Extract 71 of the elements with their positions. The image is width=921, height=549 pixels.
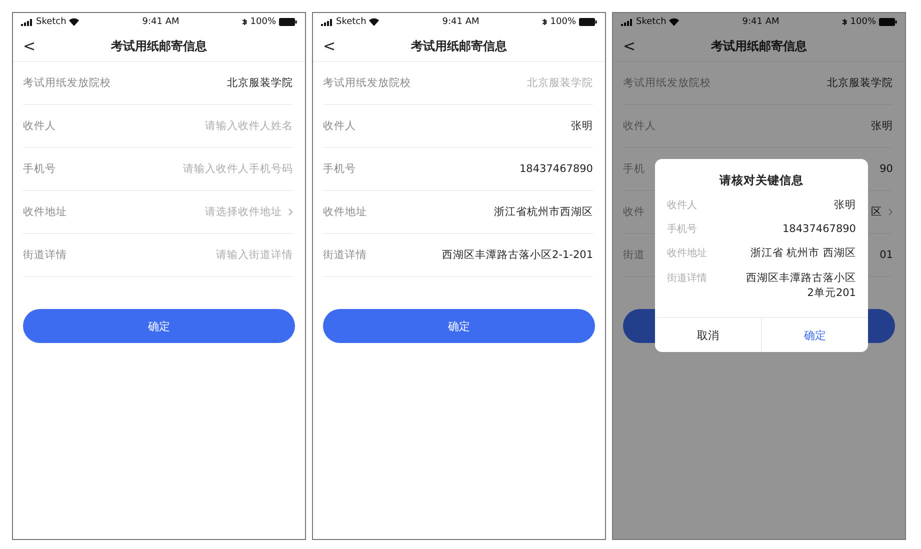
confirm-button[interactable]: 确定 bbox=[23, 309, 295, 343]
signal-icon bbox=[321, 18, 333, 26]
status-time: 9:41 AM bbox=[442, 17, 480, 27]
field-label: 收件 bbox=[623, 205, 645, 219]
battery-icon bbox=[279, 18, 297, 26]
dialog-value: 18437467890 bbox=[782, 222, 856, 238]
dialog-label: 手机号 bbox=[667, 222, 697, 236]
bluetooth-icon bbox=[542, 18, 548, 26]
input-field[interactable]: 请输入收件人姓名 bbox=[123, 120, 293, 132]
chevron-icon bbox=[288, 208, 293, 216]
signal-icon bbox=[621, 18, 633, 26]
field-label: 收件人 bbox=[323, 119, 356, 133]
dialog-value: 西湖区丰潭路古落小区2单元201 bbox=[746, 270, 856, 301]
input-field[interactable]: 请输入收件人手机号码 bbox=[123, 163, 293, 175]
wifi-icon bbox=[369, 18, 380, 26]
wifi-icon bbox=[69, 18, 80, 26]
field-value: 北京服装学院 bbox=[827, 76, 893, 90]
field-label: 手机号 bbox=[323, 162, 356, 176]
field-value: 北京服装学院 bbox=[527, 76, 593, 90]
battery-icon bbox=[879, 18, 897, 26]
field-label: 考试用纸发放院校 bbox=[23, 76, 111, 90]
page-title: 考试用纸邮寄信息 bbox=[710, 38, 808, 54]
field-label: 考试用纸发放院校 bbox=[623, 76, 711, 90]
input-field[interactable]: 请输入街道详情 bbox=[123, 249, 293, 261]
field-value: 90 bbox=[880, 163, 893, 175]
carrier-name: Sketch bbox=[336, 17, 366, 27]
field-label: 街道详情 bbox=[323, 248, 367, 262]
signal-icon bbox=[21, 18, 33, 26]
battery-percent: 100% bbox=[850, 17, 876, 27]
battery-percent: 100% bbox=[250, 17, 276, 27]
field-label: 收件人 bbox=[623, 119, 656, 133]
confirm-button[interactable]: 确定 bbox=[323, 309, 595, 343]
status-time: 9:41 AM bbox=[742, 17, 780, 27]
carrier-name: Sketch bbox=[636, 17, 666, 27]
dialog-value: 浙江省 杭州市 西湖区 bbox=[750, 246, 856, 262]
dialog-label: 街道详情 bbox=[667, 272, 707, 285]
field-label: 收件地址 bbox=[323, 205, 367, 219]
back-button[interactable]: < bbox=[23, 37, 63, 55]
back-button[interactable]: < bbox=[623, 37, 663, 55]
field-value: 张明 bbox=[871, 119, 893, 133]
field-label: 收件人 bbox=[23, 119, 56, 133]
cancel-button[interactable]: 取消 bbox=[655, 318, 762, 352]
field-label: 收件地址 bbox=[23, 205, 67, 219]
dialog-label: 收件人 bbox=[667, 199, 697, 212]
input-field[interactable]: 18437467890 bbox=[423, 163, 593, 175]
input-field[interactable]: 西湖区丰潭路古落小区2-1-201 bbox=[423, 249, 593, 261]
input-field[interactable]: 浙江省杭州市西湖区 bbox=[423, 206, 593, 218]
field-value[interactable]: 区 bbox=[871, 205, 882, 219]
page-title: 考试用纸邮寄信息 bbox=[110, 38, 208, 54]
field-label: 考试用纸发放院校 bbox=[323, 76, 411, 90]
wifi-icon bbox=[669, 18, 680, 26]
dialog-title: 请核对关键信息 bbox=[718, 172, 804, 189]
battery-percent: 100% bbox=[550, 17, 576, 27]
field-label: 街道 bbox=[623, 248, 645, 262]
battery-icon bbox=[579, 18, 597, 26]
dialog-value: 张明 bbox=[834, 198, 856, 213]
carrier-name: Sketch bbox=[36, 17, 66, 27]
chevron-icon bbox=[888, 208, 893, 216]
field-value: 01 bbox=[880, 249, 893, 261]
confirm-button[interactable]: 确定 bbox=[762, 318, 868, 352]
bluetooth-icon bbox=[842, 18, 848, 26]
dialog-label: 收件地址 bbox=[667, 246, 707, 260]
field-value: 北京服装学院 bbox=[227, 76, 293, 90]
back-button[interactable]: < bbox=[323, 37, 363, 55]
field-label: 手机 bbox=[623, 162, 645, 176]
input-field[interactable]: 张明 bbox=[423, 120, 593, 132]
field-label: 街道详情 bbox=[23, 248, 67, 262]
field-label: 手机号 bbox=[23, 162, 56, 176]
page-title: 考试用纸邮寄信息 bbox=[410, 38, 508, 54]
bluetooth-icon bbox=[242, 18, 248, 26]
status-time: 9:41 AM bbox=[142, 17, 180, 27]
